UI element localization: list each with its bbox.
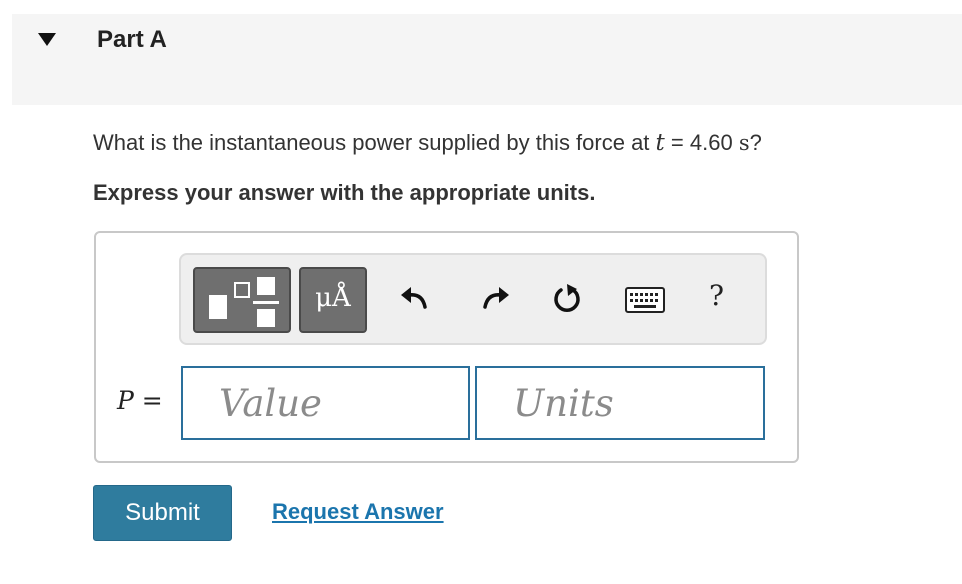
question-text: What is the instantaneous power supplied… (93, 130, 762, 156)
caret-down-icon[interactable] (38, 33, 56, 46)
reset-icon[interactable] (549, 281, 585, 317)
answer-equals: = (133, 386, 163, 415)
units-input[interactable] (475, 366, 765, 440)
redo-icon[interactable] (477, 281, 513, 317)
question-equals: = 4.60 (664, 130, 739, 155)
part-title: Part A (97, 26, 167, 53)
value-input[interactable] (181, 366, 470, 440)
templates-button[interactable] (193, 267, 291, 333)
question-variable: t (655, 130, 665, 156)
undo-icon[interactable] (397, 281, 433, 317)
submit-button[interactable]: Submit (93, 485, 232, 541)
math-toolbar: μÅ ? (179, 253, 767, 345)
units-glyph: μÅ (315, 283, 351, 313)
question-suffix: ? (749, 130, 762, 155)
answer-variable: P (117, 386, 134, 415)
answer-label: P = (117, 386, 163, 415)
instruction-text: Express your answer with the appropriate… (93, 180, 596, 205)
help-button[interactable]: ? (709, 279, 724, 312)
templates-fraction-icon (209, 277, 279, 327)
keyboard-icon[interactable] (625, 287, 665, 313)
request-answer-link[interactable]: Request Answer (272, 499, 444, 525)
units-button[interactable]: μÅ (299, 267, 367, 333)
question-unit: s (738, 131, 750, 155)
question-prefix: What is the instantaneous power supplied… (93, 130, 656, 155)
